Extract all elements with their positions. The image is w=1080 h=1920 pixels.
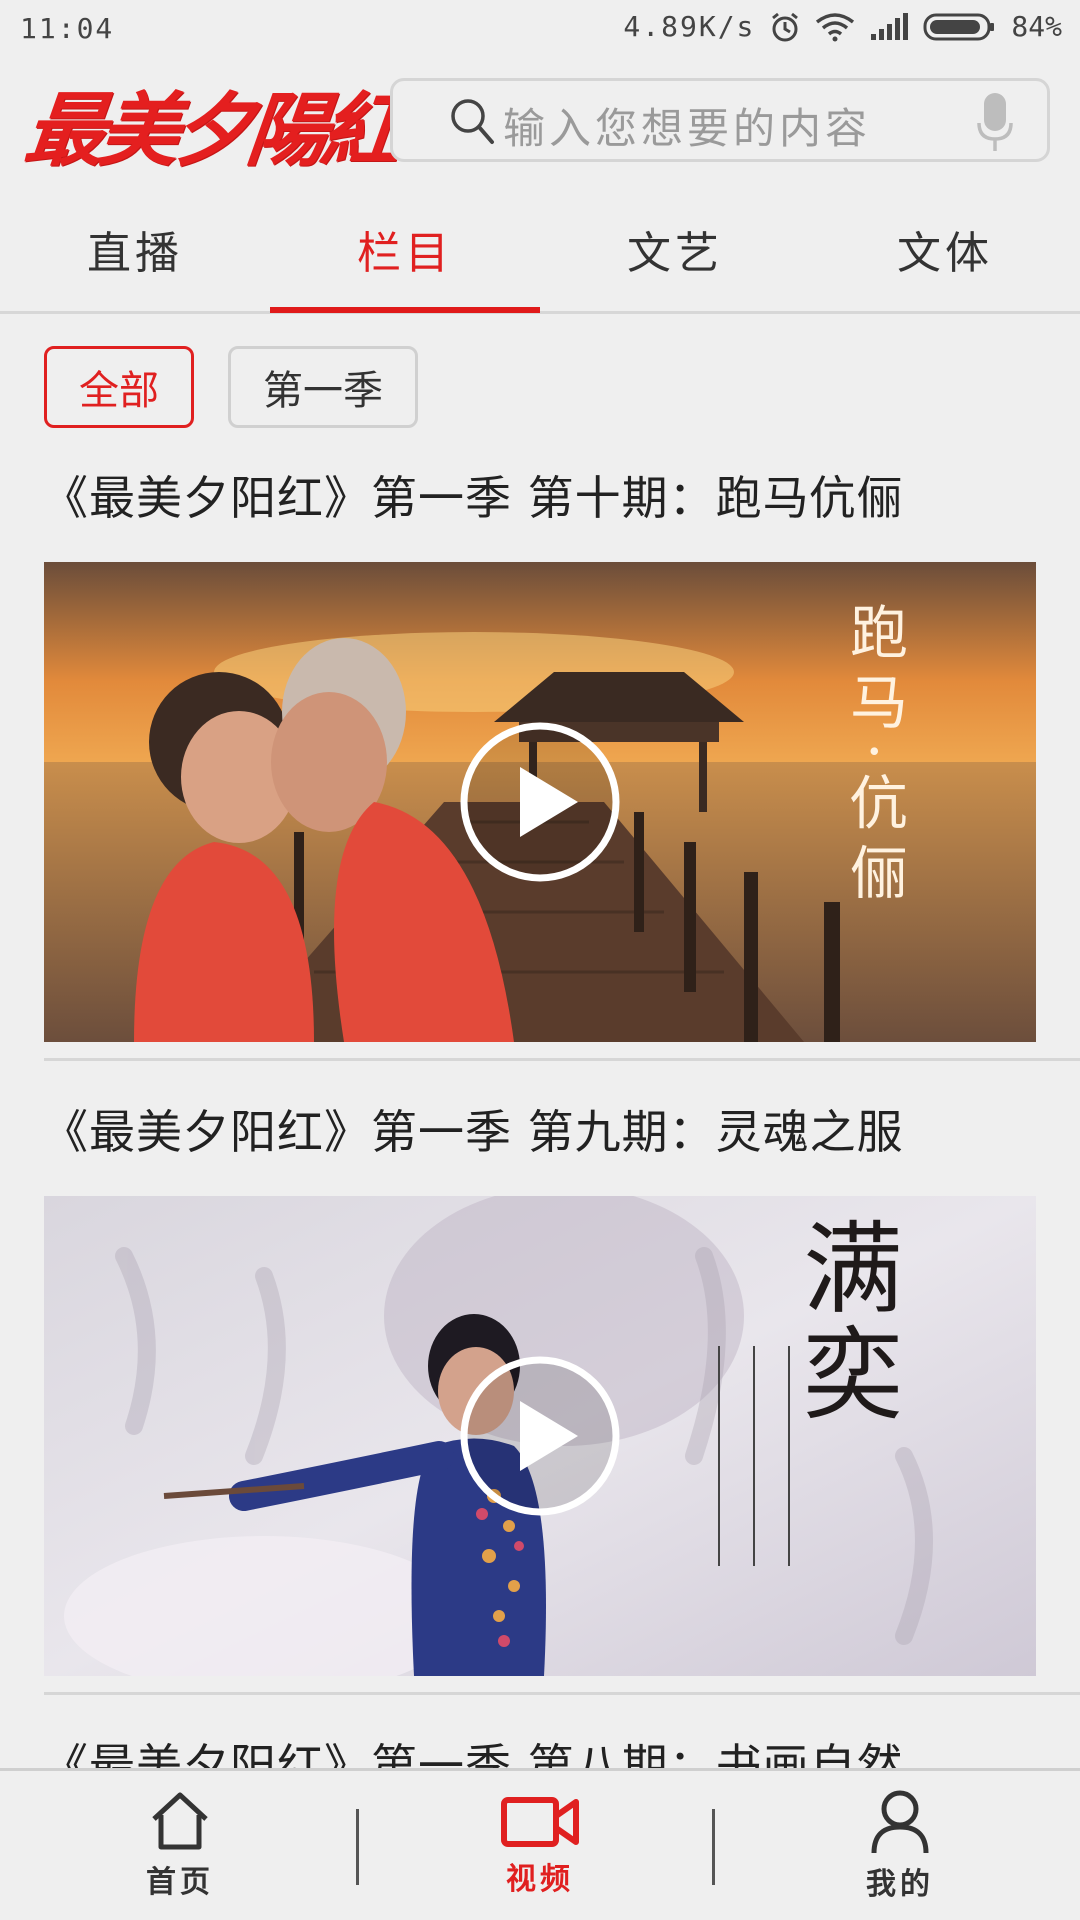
episode-title[interactable]: 《最美夕阳红》第一季 第十期：跑马伉俪 bbox=[42, 462, 904, 528]
tab-live[interactable]: 直播 bbox=[0, 186, 270, 311]
search-icon bbox=[451, 99, 494, 144]
nav-video[interactable]: 视频 bbox=[360, 1771, 720, 1920]
status-bar: 11:04 4.89K/s 84% bbox=[0, 0, 1080, 58]
filter-all[interactable]: 全部 bbox=[44, 346, 194, 428]
nav-profile[interactable]: 我的 bbox=[720, 1771, 1080, 1920]
mic-icon[interactable] bbox=[975, 91, 1015, 153]
episode-thumbnail[interactable]: 跑马·伉俪 bbox=[44, 562, 1036, 1042]
thumbnail-text: 跑马·伉俪 bbox=[840, 602, 908, 912]
list-divider bbox=[44, 1692, 1080, 1695]
video-camera-icon bbox=[501, 1796, 579, 1847]
tab-arts[interactable]: 文艺 bbox=[540, 186, 810, 311]
wifi-icon bbox=[816, 12, 855, 41]
app-screen: 11:04 4.89K/s 84% 最美夕陽紅 输入您想要的内容 直播 栏目 文… bbox=[0, 0, 1080, 1920]
search-input[interactable]: 输入您想要的内容 bbox=[503, 95, 871, 156]
nav-home-label: 首页 bbox=[146, 1864, 214, 1900]
signal-icon bbox=[871, 12, 909, 40]
brand-logo[interactable]: 最美夕陽紅 bbox=[20, 74, 402, 177]
status-time: 11:04 bbox=[20, 12, 115, 45]
battery-icon bbox=[923, 13, 995, 40]
app-header: 最美夕陽紅 输入您想要的内容 bbox=[0, 58, 1080, 186]
thumbnail-text: 满奕 bbox=[786, 1216, 903, 1428]
battery-level: 84% bbox=[1011, 10, 1062, 43]
nav-separator bbox=[712, 1809, 715, 1885]
episode-title[interactable]: 《最美夕阳红》第一季 第八期：书画自然 bbox=[42, 1730, 904, 1770]
alarm-icon bbox=[772, 12, 799, 41]
tab-programs[interactable]: 栏目 bbox=[270, 186, 540, 313]
play-icon[interactable] bbox=[460, 1356, 620, 1516]
nav-profile-label: 我的 bbox=[866, 1866, 934, 1902]
search-bar[interactable]: 输入您想要的内容 bbox=[390, 78, 1050, 162]
list-divider bbox=[44, 1058, 1080, 1061]
play-icon[interactable] bbox=[460, 722, 620, 882]
tab-sports-culture[interactable]: 文体 bbox=[810, 186, 1080, 311]
user-icon bbox=[871, 1790, 929, 1853]
category-tabs: 直播 栏目 文艺 文体 bbox=[0, 186, 1080, 314]
episode-list: 《最美夕阳红》第一季 第十期：跑马伉俪 跑马·伉俪 《最美夕阳红》第一季 第九期… bbox=[0, 450, 1080, 1770]
nav-home[interactable]: 首页 bbox=[0, 1771, 360, 1920]
episode-thumbnail[interactable]: 满奕 bbox=[44, 1196, 1036, 1676]
nav-separator bbox=[356, 1809, 359, 1885]
filter-season-1[interactable]: 第一季 bbox=[228, 346, 418, 428]
nav-video-label: 视频 bbox=[506, 1861, 574, 1897]
status-right: 4.89K/s 84% bbox=[623, 10, 1062, 43]
home-icon bbox=[152, 1792, 208, 1849]
season-filters: 全部 第一季 bbox=[44, 346, 418, 428]
episode-title[interactable]: 《最美夕阳红》第一季 第九期：灵魂之服 bbox=[42, 1096, 904, 1162]
bottom-navigation: 首页 视频 我的 bbox=[0, 1768, 1080, 1920]
network-speed: 4.89K/s bbox=[623, 10, 756, 43]
